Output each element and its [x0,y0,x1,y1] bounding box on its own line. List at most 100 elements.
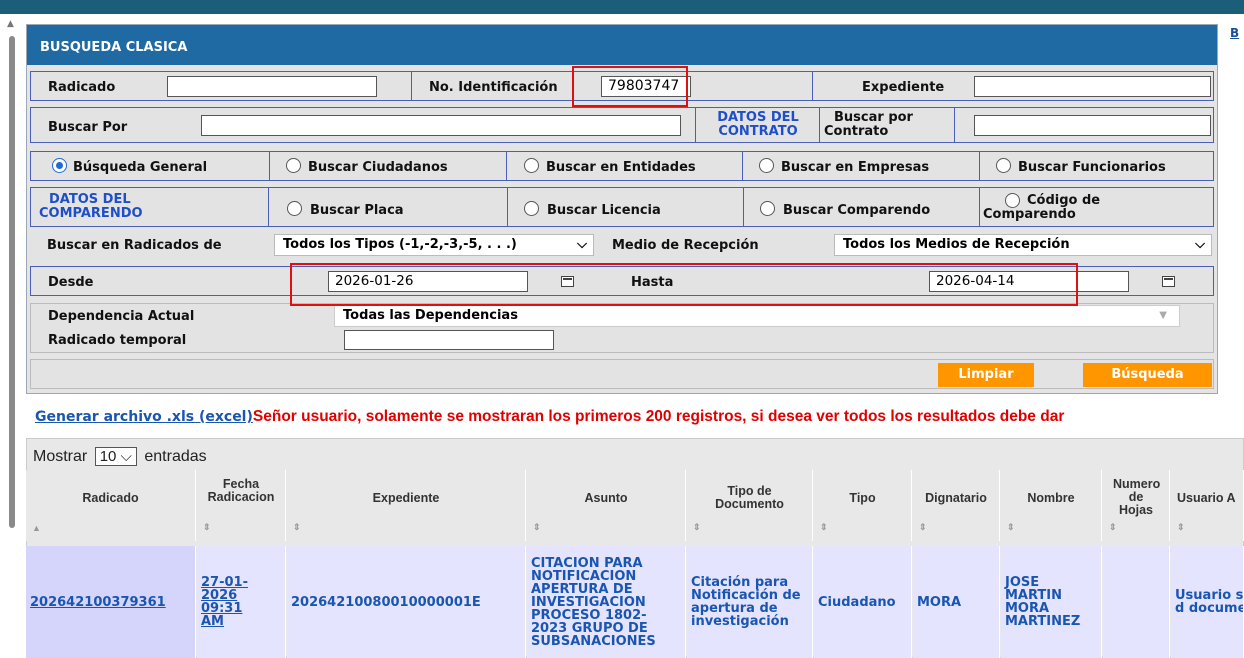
radicado-input[interactable] [167,76,377,97]
sort-icon: ⇕ [293,522,301,532]
vertical-scrollbar[interactable]: ▲ [6,14,17,658]
sort-icon: ⇕ [1177,522,1185,532]
edge-link[interactable]: B [1230,26,1239,40]
radicado-link[interactable]: 202642100379361 [30,546,192,658]
col-asunto[interactable]: Asunto ⇕ [527,470,686,541]
buscar-por-label: Buscar Por [48,120,128,135]
scroll-up-icon[interactable]: ▲ [7,20,14,29]
col-usuario[interactable]: Usuario A ⇕ [1171,470,1244,541]
busqueda-button[interactable]: Búsqueda [1083,363,1212,387]
highlight-dates [290,263,1078,306]
radicado-label: Radicado [48,80,116,95]
radio-buscar-funcionarios[interactable] [996,158,1011,173]
buscar-contrato-line1: Buscar por [834,110,913,125]
buscar-empresas-label: Buscar en Empresas [781,160,930,175]
entradas-label: entradas [144,448,207,465]
chevron-down-icon: ▼ [1159,310,1167,321]
identificacion-label: No. Identificación [429,80,558,95]
sort-icon: ⇕ [693,522,701,532]
page-length-select[interactable]: 10 ⌵ [94,447,137,466]
sort-icon: ⇕ [919,522,927,532]
sort-icon: ⇕ [820,522,828,532]
contrato-input[interactable] [974,115,1211,136]
calendar-icon[interactable] [1162,276,1175,287]
radio-buscar-comparendo[interactable] [760,201,775,216]
page-length: Mostrar 10 ⌵ entradas [33,447,207,466]
comparendo-title-line1: DATOS DEL [49,192,131,207]
panel-title: BUSQUEDA CLASICA [27,25,1217,65]
col-expediente[interactable]: Expediente ⇕ [287,470,526,541]
col-fecha[interactable]: Fecha Radicacion ⇕ [197,470,286,541]
expediente-label: Expediente [862,80,945,95]
cell-radicado[interactable]: 202642100379361 [26,546,196,658]
radicados-de-label: Buscar en Radicados de [47,238,222,253]
buscar-licencia-label: Buscar Licencia [547,203,661,218]
chevron-down-icon: ⌵ [577,237,587,252]
buscar-por-row: Buscar Por DATOS DEL CONTRATO Buscar por… [30,107,1214,143]
radio-buscar-placa[interactable] [287,201,302,216]
cell-tipo-documento: Citación para Notificación de apertura d… [687,546,813,658]
dependencia-select[interactable]: Todas las Dependencias ▼ [334,305,1180,327]
buscar-entidades-label: Buscar en Entidades [546,160,696,175]
cell-nombre: JOSE MARTIN MORA MARTINEZ [1001,546,1102,658]
radio-buscar-empresas[interactable] [759,158,774,173]
codigo-comparendo-line1: Código de [1027,193,1101,208]
col-radicado[interactable]: Radicado ▲ [26,470,196,541]
dependencia-row: Dependencia Actual Todas las Dependencia… [30,303,1214,353]
limpiar-button[interactable]: Limpiar [938,363,1034,387]
expediente-input[interactable] [974,76,1211,97]
busqueda-general-label: Búsqueda General [73,160,208,175]
fecha-link[interactable]: 27-01-2026 09:31 AM [201,546,255,658]
col-tipo-documento[interactable]: Tipo de Documento ⇕ [687,470,813,541]
notice-line: Generar archivo .xls (excel)Señor usuari… [35,408,1064,426]
cell-usuario: Usuario salida d docume [1171,546,1244,658]
search-type-row: Búsqueda General Buscar Ciudadanos Busca… [30,151,1214,181]
sort-icon: ⇕ [533,522,541,532]
cell-numero-hojas [1103,546,1170,658]
radicado-temporal-label: Radicado temporal [48,333,187,348]
buscar-comparendo-label: Buscar Comparendo [783,203,931,218]
buscar-placa-label: Buscar Placa [310,203,404,218]
generar-xls-link[interactable]: Generar archivo .xls (excel) [35,409,253,425]
buscar-contrato-line2: Contrato [824,124,889,139]
radio-busqueda-general[interactable] [52,158,67,173]
scroll-thumb[interactable] [9,36,15,528]
datos-contrato-line2: CONTRATO [718,124,798,139]
sort-icon: ⇕ [1109,522,1117,532]
comparendo-row: DATOS DEL COMPARENDO Buscar Placa Buscar… [30,187,1214,227]
chevron-down-icon: ⌵ [1195,237,1205,252]
cell-expediente: 20264210080010000001E [287,546,526,658]
desde-label: Desde [48,275,94,290]
radio-buscar-entidades[interactable] [524,158,539,173]
mostrar-label: Mostrar [33,448,88,465]
sort-asc-icon: ▲ [32,523,41,533]
col-nombre[interactable]: Nombre ⇕ [1001,470,1102,541]
col-dignatario[interactable]: Dignatario ⇕ [913,470,1000,541]
buscar-ciudadanos-label: Buscar Ciudadanos [308,160,448,175]
dependencia-label: Dependencia Actual [48,309,195,324]
codigo-comparendo-line2: Comparendo [983,207,1076,222]
medio-recepcion-label: Medio de Recepción [612,238,759,253]
sort-icon: ⇕ [1007,522,1015,532]
buscar-funcionarios-label: Buscar Funcionarios [1018,160,1166,175]
filters-row: Buscar en Radicados de Todos los Tipos (… [30,233,1214,259]
highlight-identificacion [572,66,688,107]
records-warning: Señor usuario, solamente se mostraran lo… [252,408,1065,425]
datos-contrato-line1: DATOS DEL [717,110,799,125]
medio-recepcion-select[interactable]: Todos los Medios de Recepción ⌵ [834,234,1212,256]
cell-asunto: CITACION PARA NOTIFICACION APERTURA DE I… [527,546,686,658]
radicados-tipo-select[interactable]: Todos los Tipos (-1,-2,-3,-5, . . .) ⌵ [274,234,594,256]
top-bar [0,0,1244,14]
actions-row: Limpiar Búsqueda [30,359,1214,389]
sort-icon: ⇕ [203,522,211,532]
comparendo-title-line2: COMPARENDO [39,206,143,221]
radio-buscar-licencia[interactable] [524,201,539,216]
col-numero-hojas[interactable]: Numero de Hojas ⇕ [1103,470,1170,541]
col-tipo[interactable]: Tipo ⇕ [814,470,912,541]
radicado-temporal-input[interactable] [344,330,554,350]
cell-tipo: Ciudadano [814,546,912,658]
cell-fecha[interactable]: 27-01-2026 09:31 AM [197,546,286,658]
radio-buscar-ciudadanos[interactable] [286,158,301,173]
cell-dignatario: MORA [913,546,1000,658]
buscar-por-input[interactable] [201,115,681,136]
